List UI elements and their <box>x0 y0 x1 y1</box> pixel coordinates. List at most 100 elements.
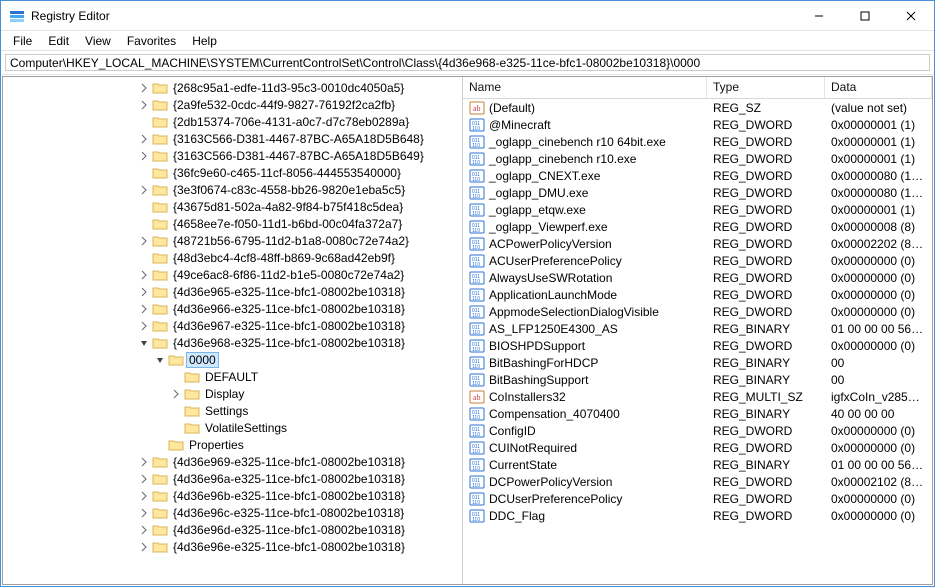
value-name: AS_LFP1250E4300_AS <box>489 322 618 336</box>
expander-icon[interactable] <box>137 523 151 537</box>
tree-item[interactable]: {49ce6ac8-6f86-11d2-b1e5-0080c72e74a2} <box>3 266 462 283</box>
expander-icon[interactable] <box>169 370 183 384</box>
value-row[interactable]: 011110BIOSHPDSupportREG_DWORD0x00000000 … <box>463 337 932 354</box>
tree-item[interactable]: {4d36e96a-e325-11ce-bfc1-08002be10318} <box>3 470 462 487</box>
value-row[interactable]: 011110BitBashingSupportREG_BINARY00 <box>463 371 932 388</box>
tree-item[interactable]: {4658ee7e-f050-11d1-b6bd-00c04fa372a7} <box>3 215 462 232</box>
tree-item[interactable]: 0000 <box>3 351 462 368</box>
tree-item[interactable]: {4d36e96b-e325-11ce-bfc1-08002be10318} <box>3 487 462 504</box>
maximize-button[interactable] <box>842 1 888 30</box>
expander-icon[interactable] <box>137 200 151 214</box>
tree-item[interactable]: {4d36e969-e325-11ce-bfc1-08002be10318} <box>3 453 462 470</box>
value-row[interactable]: 011110DCPowerPolicyVersionREG_DWORD0x000… <box>463 473 932 490</box>
value-row[interactable]: abCoInstallers32REG_MULTI_SZigfxCoIn_v28… <box>463 388 932 405</box>
tree-item[interactable]: {3163C566-D381-4467-87BC-A65A18D5B648} <box>3 130 462 147</box>
value-row[interactable]: 011110_oglapp_cinebench r10.exeREG_DWORD… <box>463 150 932 167</box>
menu-favorites[interactable]: Favorites <box>119 32 184 50</box>
expander-icon[interactable] <box>169 404 183 418</box>
value-row[interactable]: 011110AS_LFP1250E4300_ASREG_BINARY01 00 … <box>463 320 932 337</box>
value-row[interactable]: 011110_oglapp_Viewperf.exeREG_DWORD0x000… <box>463 218 932 235</box>
value-row[interactable]: 011110DCUserPreferencePolicyREG_DWORD0x0… <box>463 490 932 507</box>
menu-help[interactable]: Help <box>184 32 225 50</box>
value-row[interactable]: 011110AlwaysUseSWRotationREG_DWORD0x0000… <box>463 269 932 286</box>
tree-item[interactable]: VolatileSettings <box>3 419 462 436</box>
value-row[interactable]: 011110CUINotRequiredREG_DWORD0x00000000 … <box>463 439 932 456</box>
expander-icon[interactable] <box>169 421 183 435</box>
expander-icon[interactable] <box>137 336 151 350</box>
tree-item[interactable]: Display <box>3 385 462 402</box>
tree-item[interactable]: {2db15374-706e-4131-a0c7-d7c78eb0289a} <box>3 113 462 130</box>
titlebar[interactable]: Registry Editor <box>1 1 934 31</box>
expander-icon[interactable] <box>137 81 151 95</box>
expander-icon[interactable] <box>137 183 151 197</box>
expander-icon[interactable] <box>137 217 151 231</box>
menu-edit[interactable]: Edit <box>40 32 77 50</box>
value-row[interactable]: 011110BitBashingForHDCPREG_BINARY00 <box>463 354 932 371</box>
expander-icon[interactable] <box>137 540 151 554</box>
expander-icon[interactable] <box>137 132 151 146</box>
value-row[interactable]: ab(Default)REG_SZ(value not set) <box>463 99 932 116</box>
expander-icon[interactable] <box>153 353 167 367</box>
tree-item[interactable]: {48721b56-6795-11d2-b1a8-0080c72e74a2} <box>3 232 462 249</box>
expander-icon[interactable] <box>137 489 151 503</box>
expander-icon[interactable] <box>137 302 151 316</box>
menu-file[interactable]: File <box>5 32 40 50</box>
expander-icon[interactable] <box>137 268 151 282</box>
expander-icon[interactable] <box>137 166 151 180</box>
tree-item[interactable]: {48d3ebc4-4cf8-48ff-b869-9c68ad42eb9f} <box>3 249 462 266</box>
expander-icon[interactable] <box>137 251 151 265</box>
value-row[interactable]: 011110ApplicationLaunchModeREG_DWORD0x00… <box>463 286 932 303</box>
value-row[interactable]: 011110ACPowerPolicyVersionREG_DWORD0x000… <box>463 235 932 252</box>
tree-item[interactable]: Settings <box>3 402 462 419</box>
tree-item[interactable]: {4d36e968-e325-11ce-bfc1-08002be10318} <box>3 334 462 351</box>
tree-item[interactable]: {3e3f0674-c83c-4558-bb26-9820e1eba5c5} <box>3 181 462 198</box>
header-type[interactable]: Type <box>707 77 825 98</box>
header-name[interactable]: Name <box>463 77 707 98</box>
tree-item[interactable]: {36fc9e60-c465-11cf-8056-444553540000} <box>3 164 462 181</box>
binary-value-icon: 011110 <box>469 287 485 303</box>
value-row[interactable]: 011110ACUserPreferencePolicyREG_DWORD0x0… <box>463 252 932 269</box>
header-data[interactable]: Data <box>825 77 932 98</box>
tree-item[interactable]: {4d36e966-e325-11ce-bfc1-08002be10318} <box>3 300 462 317</box>
value-row[interactable]: 011110_oglapp_cinebench r10 64bit.exeREG… <box>463 133 932 150</box>
tree-item[interactable]: {4d36e967-e325-11ce-bfc1-08002be10318} <box>3 317 462 334</box>
expander-icon[interactable] <box>137 234 151 248</box>
expander-icon[interactable] <box>137 285 151 299</box>
value-row[interactable]: 011110Compensation_4070400REG_BINARY40 0… <box>463 405 932 422</box>
value-row[interactable]: 011110ConfigIDREG_DWORD0x00000000 (0) <box>463 422 932 439</box>
tree-item[interactable]: DEFAULT <box>3 368 462 385</box>
list-pane[interactable]: Name Type Data ab(Default)REG_SZ(value n… <box>463 77 932 584</box>
tree-item[interactable]: {4d36e96e-e325-11ce-bfc1-08002be10318} <box>3 538 462 555</box>
tree-item[interactable]: {3163C566-D381-4467-87BC-A65A18D5B649} <box>3 147 462 164</box>
value-row[interactable]: 011110DDC_FlagREG_DWORD0x00000000 (0) <box>463 507 932 524</box>
tree-label: DEFAULT <box>203 370 260 384</box>
value-row[interactable]: 011110_oglapp_CNEXT.exeREG_DWORD0x000000… <box>463 167 932 184</box>
value-row[interactable]: 011110_oglapp_etqw.exeREG_DWORD0x0000000… <box>463 201 932 218</box>
expander-icon[interactable] <box>137 319 151 333</box>
expander-icon[interactable] <box>137 472 151 486</box>
value-row[interactable]: 011110_oglapp_DMU.exeREG_DWORD0x00000080… <box>463 184 932 201</box>
tree-item[interactable]: {4d36e96d-e325-11ce-bfc1-08002be10318} <box>3 521 462 538</box>
expander-icon[interactable] <box>153 438 167 452</box>
close-button[interactable] <box>888 1 934 30</box>
expander-icon[interactable] <box>137 98 151 112</box>
tree-item[interactable]: {43675d81-502a-4a82-9f84-b75f418c5dea} <box>3 198 462 215</box>
expander-icon[interactable] <box>137 506 151 520</box>
tree-item[interactable]: {268c95a1-edfe-11d3-95c3-0010dc4050a5} <box>3 79 462 96</box>
tree-item[interactable]: {2a9fe532-0cdc-44f9-9827-76192f2ca2fb} <box>3 96 462 113</box>
value-row[interactable]: 011110CurrentStateREG_BINARY01 00 00 00 … <box>463 456 932 473</box>
tree-item[interactable]: Properties <box>3 436 462 453</box>
minimize-button[interactable] <box>796 1 842 30</box>
svg-text:ab: ab <box>473 393 481 402</box>
expander-icon[interactable] <box>137 149 151 163</box>
tree-item[interactable]: {4d36e96c-e325-11ce-bfc1-08002be10318} <box>3 504 462 521</box>
expander-icon[interactable] <box>137 455 151 469</box>
address-input[interactable] <box>5 54 930 71</box>
tree-item[interactable]: {4d36e965-e325-11ce-bfc1-08002be10318} <box>3 283 462 300</box>
expander-icon[interactable] <box>137 115 151 129</box>
tree-pane[interactable]: {268c95a1-edfe-11d3-95c3-0010dc4050a5}{2… <box>3 77 463 584</box>
menu-view[interactable]: View <box>77 32 119 50</box>
expander-icon[interactable] <box>169 387 183 401</box>
value-row[interactable]: 011110@MinecraftREG_DWORD0x00000001 (1) <box>463 116 932 133</box>
value-row[interactable]: 011110AppmodeSelectionDialogVisibleREG_D… <box>463 303 932 320</box>
